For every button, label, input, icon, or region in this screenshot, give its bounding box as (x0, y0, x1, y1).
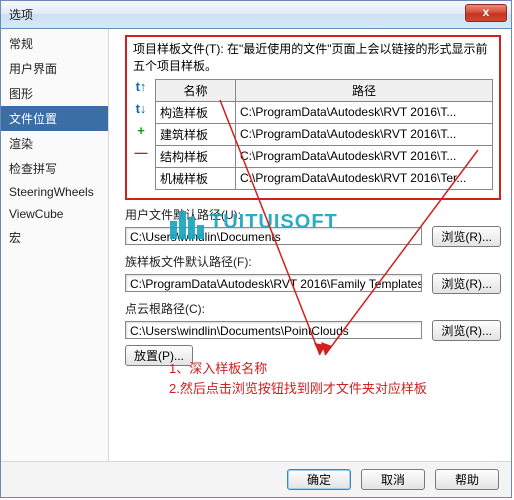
cell-path[interactable]: C:\ProgramData\Autodesk\RVT 2016\Ter... (236, 167, 493, 189)
sidebar-item-steeringwheels[interactable]: SteeringWheels (1, 181, 108, 203)
add-button[interactable]: + (133, 123, 149, 139)
remove-button[interactable]: — (133, 145, 149, 161)
template-tool-column: t↑ t↓ + — (133, 79, 149, 161)
sidebar-item-general[interactable]: 常规 (1, 31, 108, 56)
table-row[interactable]: 建筑样板 C:\ProgramData\Autodesk\RVT 2016\T.… (156, 123, 493, 145)
col-header-name[interactable]: 名称 (156, 79, 236, 101)
table-row[interactable]: 构造样板 C:\ProgramData\Autodesk\RVT 2016\T.… (156, 101, 493, 123)
cell-path[interactable]: C:\ProgramData\Autodesk\RVT 2016\T... (236, 123, 493, 145)
cell-name[interactable]: 机械样板 (156, 167, 236, 189)
move-down-button[interactable]: t↓ (133, 101, 149, 117)
table-row[interactable]: 机械样板 C:\ProgramData\Autodesk\RVT 2016\Te… (156, 167, 493, 189)
family-path-label: 族样板文件默认路径(F): (125, 253, 501, 270)
annotation-text: 1、深入样板名称 2.然后点击浏览按钮找到刚才文件夹对应样板 (169, 359, 427, 398)
pointcloud-path-field[interactable]: C:\Users\windlin\Documents\PointClouds (125, 321, 422, 339)
browse-button[interactable]: 浏览(R)... (432, 320, 501, 341)
window-title: 选项 (9, 6, 33, 23)
template-table[interactable]: 名称 路径 构造样板 C:\ProgramData\Autodesk\RVT 2… (155, 79, 493, 190)
annotation-line-1: 1、深入样板名称 (169, 359, 427, 379)
browse-button[interactable]: 浏览(R)... (432, 226, 501, 247)
col-header-path[interactable]: 路径 (236, 79, 493, 101)
family-path-block: 族样板文件默认路径(F): C:\ProgramData\Autodesk\RV… (125, 253, 501, 294)
dialog-body: 常规 用户界面 图形 文件位置 渲染 检查拼写 SteeringWheels V… (1, 29, 511, 461)
browse-button[interactable]: 浏览(R)... (432, 273, 501, 294)
template-section: 项目样板文件(T): 在"最近使用的文件"页面上会以链接的形式显示前五个项目样板… (125, 35, 501, 200)
cell-path[interactable]: C:\ProgramData\Autodesk\RVT 2016\T... (236, 101, 493, 123)
ok-button[interactable]: 确定 (287, 469, 351, 490)
sidebar-item-ui[interactable]: 用户界面 (1, 56, 108, 81)
table-row[interactable]: 结构样板 C:\ProgramData\Autodesk\RVT 2016\T.… (156, 145, 493, 167)
annotation-line-2: 2.然后点击浏览按钮找到刚才文件夹对应样板 (169, 379, 427, 399)
cell-name[interactable]: 构造样板 (156, 101, 236, 123)
user-default-path-field[interactable]: C:\Users\windlin\Documents (125, 227, 422, 245)
user-default-path-label: 用户文件默认路径(U): (125, 206, 501, 223)
family-path-field[interactable]: C:\ProgramData\Autodesk\RVT 2016\Family … (125, 274, 422, 292)
template-editor: t↑ t↓ + — 名称 路径 (133, 79, 493, 190)
cell-name[interactable]: 结构样板 (156, 145, 236, 167)
template-description: 项目样板文件(T): 在"最近使用的文件"页面上会以链接的形式显示前五个项目样板… (133, 41, 493, 75)
main-panel: 项目样板文件(T): 在"最近使用的文件"页面上会以链接的形式显示前五个项目样板… (109, 29, 511, 461)
user-default-path-block: 用户文件默认路径(U): C:\Users\windlin\Documents … (125, 206, 501, 247)
sidebar-item-viewcube[interactable]: ViewCube (1, 203, 108, 225)
cell-name[interactable]: 建筑样板 (156, 123, 236, 145)
dialog-footer: 确定 取消 帮助 (1, 461, 511, 497)
sidebar-item-graphics[interactable]: 图形 (1, 81, 108, 106)
sidebar-item-render[interactable]: 渲染 (1, 131, 108, 156)
sidebar-item-file-locations[interactable]: 文件位置 (1, 106, 108, 131)
titlebar: 选项 x (1, 1, 511, 29)
sidebar-item-spellcheck[interactable]: 检查拼写 (1, 156, 108, 181)
cell-path[interactable]: C:\ProgramData\Autodesk\RVT 2016\T... (236, 145, 493, 167)
options-dialog: 选项 x 常规 用户界面 图形 文件位置 渲染 检查拼写 SteeringWhe… (0, 0, 512, 498)
help-button[interactable]: 帮助 (435, 469, 499, 490)
pointcloud-path-label: 点云根路径(C): (125, 300, 501, 317)
close-button[interactable]: x (465, 4, 507, 22)
move-up-button[interactable]: t↑ (133, 79, 149, 95)
sidebar-item-macros[interactable]: 宏 (1, 225, 108, 250)
sidebar: 常规 用户界面 图形 文件位置 渲染 检查拼写 SteeringWheels V… (1, 29, 109, 461)
pointcloud-path-block: 点云根路径(C): C:\Users\windlin\Documents\Poi… (125, 300, 501, 341)
cancel-button[interactable]: 取消 (361, 469, 425, 490)
